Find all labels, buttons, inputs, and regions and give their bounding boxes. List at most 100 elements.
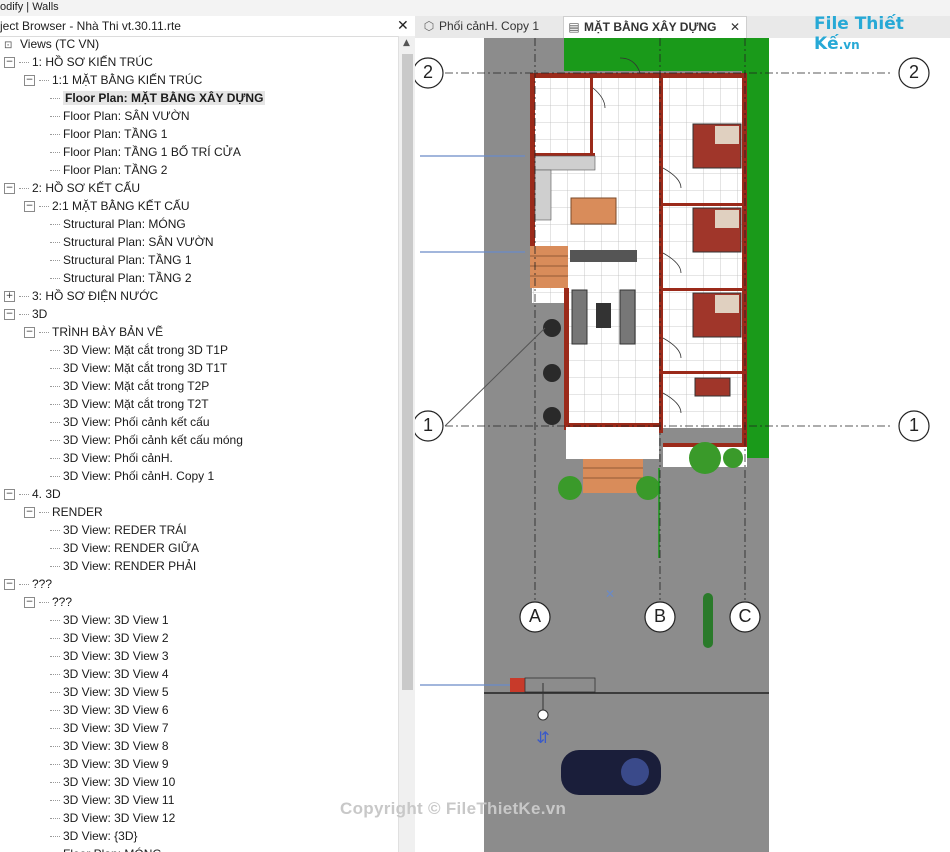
tree-item[interactable]: − TRÌNH BÀY BẢN VẼ <box>24 323 163 341</box>
tree-item[interactable]: 3D View: 3D View 7 <box>50 719 169 737</box>
tree-item[interactable]: − 2:1 MẶT BẰNG KẾT CẤU <box>24 197 190 215</box>
tree-item[interactable]: − RENDER <box>24 503 103 521</box>
tree-item[interactable]: 3D View: Mặt cắt trong T2T <box>50 395 209 413</box>
tree-item-label: Floor Plan: MÓNG <box>63 847 162 852</box>
drawing-canvas[interactable]: ⇵ ✕ 2 2 1 1 A B C <box>415 38 950 852</box>
tree-item[interactable]: ⊡ Views (TC VN) <box>4 36 99 53</box>
collapse-icon[interactable]: − <box>4 57 15 69</box>
project-browser-header: ject Browser - Nhà Thi vt.30.11.rte ✕ <box>0 16 415 37</box>
tree-item[interactable]: 3D View: 3D View 3 <box>50 647 169 665</box>
project-browser-scrollbar[interactable]: ▲ <box>398 36 416 852</box>
grid-label-c: C <box>738 606 752 626</box>
coffee-table <box>596 303 611 328</box>
tree-item[interactable]: − 1: HỒ SƠ KIẾN TRÚC <box>4 53 153 71</box>
tree-connector <box>50 656 60 658</box>
tree-item[interactable]: Floor Plan: SÂN VƯỜN <box>50 107 190 125</box>
tree-item[interactable]: +3: HỒ SƠ ĐIỆN NƯỚC <box>4 287 158 305</box>
tree-item[interactable]: 3D View: Phối cảnH. Copy 1 <box>50 467 214 485</box>
close-icon[interactable]: ✕ <box>397 17 409 34</box>
tree-item[interactable]: Structural Plan: TẦNG 2 <box>50 269 192 287</box>
collapse-icon[interactable]: − <box>24 75 35 87</box>
tree-item[interactable]: Floor Plan: TẦNG 1 <box>50 125 167 143</box>
tree-connector <box>50 476 60 478</box>
expand-icon[interactable]: + <box>4 291 15 303</box>
tree-item[interactable]: 3D View: Phối cảnH. <box>50 449 173 467</box>
tab-mat-bang-xay-dung[interactable]: ▤ MẶT BẰNG XÂY DỰNG ✕ <box>563 16 747 38</box>
tree-item-label: 3D View: 3D View 5 <box>63 685 169 699</box>
tree-item[interactable]: 3D View: REDER TRÁI <box>50 521 187 539</box>
dining-table[interactable] <box>570 197 617 225</box>
tree-item-label: 3D View: 3D View 1 <box>63 613 169 627</box>
tab-label: Phối cảnH. Copy 1 <box>439 19 540 33</box>
tree-item[interactable]: Floor Plan: MẶT BẰNG XÂY DỰNG <box>50 89 266 107</box>
tree-item[interactable]: 3D View: RENDER GIỮA <box>50 539 199 557</box>
tree-item[interactable]: Structural Plan: MÓNG <box>50 215 186 233</box>
collapse-icon[interactable]: − <box>4 579 15 591</box>
tree-item[interactable]: 3D View: 3D View 6 <box>50 701 169 719</box>
tree-connector <box>50 386 60 388</box>
tree-item-label: ??? <box>52 595 73 609</box>
tree-item[interactable]: 3D View: Phối cảnh kết cấu móng <box>50 431 243 449</box>
tree-item[interactable]: 3D View: 3D View 2 <box>50 629 169 647</box>
tree-item[interactable]: 3D View: 3D View 8 <box>50 737 169 755</box>
tree-item[interactable]: Floor Plan: TẦNG 2 <box>50 161 167 179</box>
tree-item[interactable]: − 4. 3D <box>4 485 61 503</box>
tree-item-label: Structural Plan: TẦNG 1 <box>63 253 192 267</box>
tree-item[interactable]: 3D View: 3D View 9 <box>50 755 169 773</box>
tree-item[interactable]: −??? <box>24 593 72 611</box>
collapse-icon[interactable]: − <box>24 327 35 339</box>
tree-item[interactable]: 3D View: 3D View 11 <box>50 791 174 809</box>
grid-label-1-right: 1 <box>908 415 919 435</box>
tree-connector <box>50 638 60 640</box>
tree-item[interactable]: 3D View: Mặt cắt trong T2P <box>50 377 209 395</box>
sofa-right[interactable] <box>619 289 636 345</box>
tree-connector <box>50 170 60 172</box>
tree-item[interactable]: Floor Plan: MÓNG <box>50 845 162 852</box>
tree-item-label: Structural Plan: MÓNG <box>63 217 186 231</box>
tree-item[interactable]: − 2: HỒ SƠ KẾT CẤU <box>4 179 140 197</box>
tab-phoi-canh-copy-1[interactable]: ⬡ Phối cảnH. Copy 1 <box>419 16 559 37</box>
tree-connector <box>19 314 29 316</box>
tree-item-label: 3D View: 3D View 2 <box>63 631 169 645</box>
close-icon[interactable]: ✕ <box>730 17 740 38</box>
tree-item[interactable]: − 1:1 MẶT BẰNG KIẾN TRÚC <box>24 71 202 89</box>
tree-item[interactable]: 3D View: 3D View 5 <box>50 683 169 701</box>
collapse-icon[interactable]: − <box>4 309 15 321</box>
sofa-left[interactable] <box>571 289 588 345</box>
tree-item[interactable]: 3D View: Mặt cắt trong 3D T1P <box>50 341 228 359</box>
tree-item[interactable]: 3D View: RENDER PHẢI <box>50 557 196 575</box>
tree-item[interactable]: 3D View: 3D View 4 <box>50 665 169 683</box>
tree-item[interactable]: Floor Plan: TẦNG 1 BỐ TRÍ CỬA <box>50 143 241 161</box>
collapse-icon[interactable]: − <box>4 183 15 195</box>
collapse-icon[interactable]: − <box>24 201 35 213</box>
tree-item-label: 2:1 MẶT BẰNG KẾT CẤU <box>52 199 190 213</box>
tree-connector <box>50 728 60 730</box>
tree-item[interactable]: 3D View: 3D View 1 <box>50 611 169 629</box>
scrollbar-thumb[interactable] <box>402 54 413 690</box>
tree-item[interactable]: Structural Plan: TẦNG 1 <box>50 251 192 269</box>
tree-item[interactable]: Structural Plan: SÂN VƯỜN <box>50 233 214 251</box>
tree-item[interactable]: −??? <box>4 575 52 593</box>
floor-plan-drawing[interactable]: ⇵ ✕ <box>415 38 950 852</box>
tree-item[interactable]: 3D View: 3D View 10 <box>50 773 175 791</box>
collapse-icon[interactable]: − <box>4 489 15 501</box>
collapse-icon[interactable]: − <box>24 597 35 609</box>
tree-item-label: RENDER <box>52 505 103 519</box>
tree-item[interactable]: 3D View: {3D} <box>50 827 138 845</box>
tree-item-label: 3D View: Phối cảnH. <box>63 451 173 465</box>
tree-connector <box>19 296 29 298</box>
tree-item-label: 2: HỒ SƠ KẾT CẤU <box>32 181 141 195</box>
tree-item[interactable]: 3D View: Mặt cắt trong 3D T1T <box>50 359 227 377</box>
tree-item-label: 3D View: Phối cảnh kết cấu <box>63 415 210 429</box>
tree-connector <box>50 818 60 820</box>
collapse-icon[interactable]: − <box>24 507 35 519</box>
tree-item-label: 3D View: 3D View 8 <box>63 739 169 753</box>
tree-item[interactable]: 3D View: 3D View 12 <box>50 809 175 827</box>
ribbon-context-bar: odify | Walls <box>0 0 950 17</box>
tree-item[interactable]: 3D View: Phối cảnh kết cấu <box>50 413 210 431</box>
tree-item-label: 3D View: Mặt cắt trong T2T <box>63 397 209 411</box>
scroll-up-icon[interactable]: ▲ <box>403 38 410 48</box>
tree-connector <box>50 782 60 784</box>
tree-item[interactable]: − 3D <box>4 305 47 323</box>
tree-connector <box>19 188 29 190</box>
